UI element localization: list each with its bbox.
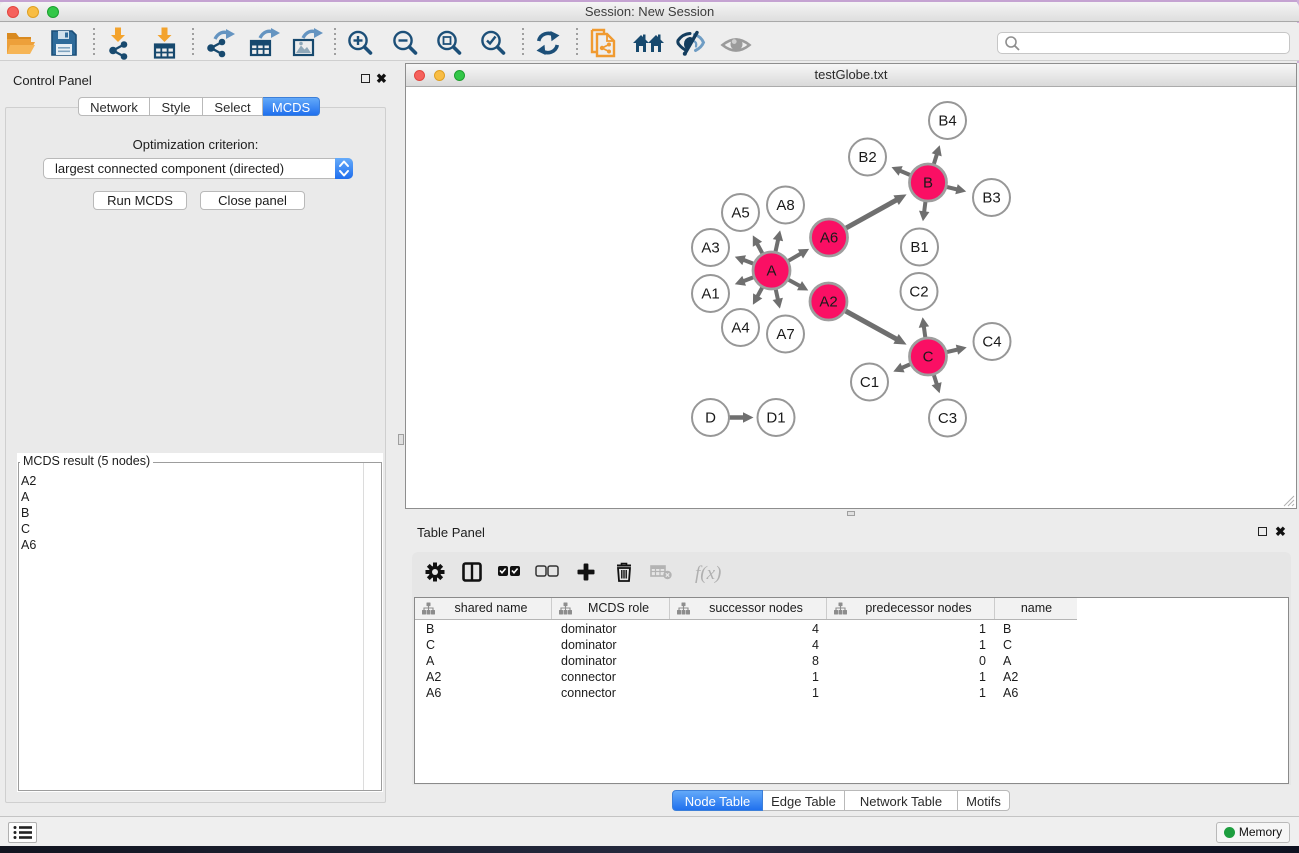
svg-text:D: D [705,410,716,427]
svg-text:A3: A3 [701,240,719,257]
svg-text:D1: D1 [766,410,785,427]
svg-text:C3: C3 [938,410,957,427]
svg-text:A: A [766,263,776,280]
svg-text:B4: B4 [938,113,956,130]
svg-text:B1: B1 [910,239,928,256]
svg-text:A5: A5 [731,205,749,222]
svg-text:C: C [923,349,934,366]
svg-text:A4: A4 [731,320,749,337]
svg-text:B: B [923,175,933,192]
svg-text:A2: A2 [819,294,837,311]
svg-text:A1: A1 [701,286,719,303]
svg-text:B2: B2 [858,149,876,166]
svg-text:C1: C1 [860,374,879,391]
svg-text:A6: A6 [820,230,838,247]
svg-text:C4: C4 [982,334,1001,351]
svg-text:B3: B3 [982,190,1000,207]
svg-text:C2: C2 [909,284,928,301]
svg-text:A7: A7 [776,326,794,343]
svg-text:f(x): f(x) [695,563,721,584]
svg-text:A8: A8 [776,197,794,214]
